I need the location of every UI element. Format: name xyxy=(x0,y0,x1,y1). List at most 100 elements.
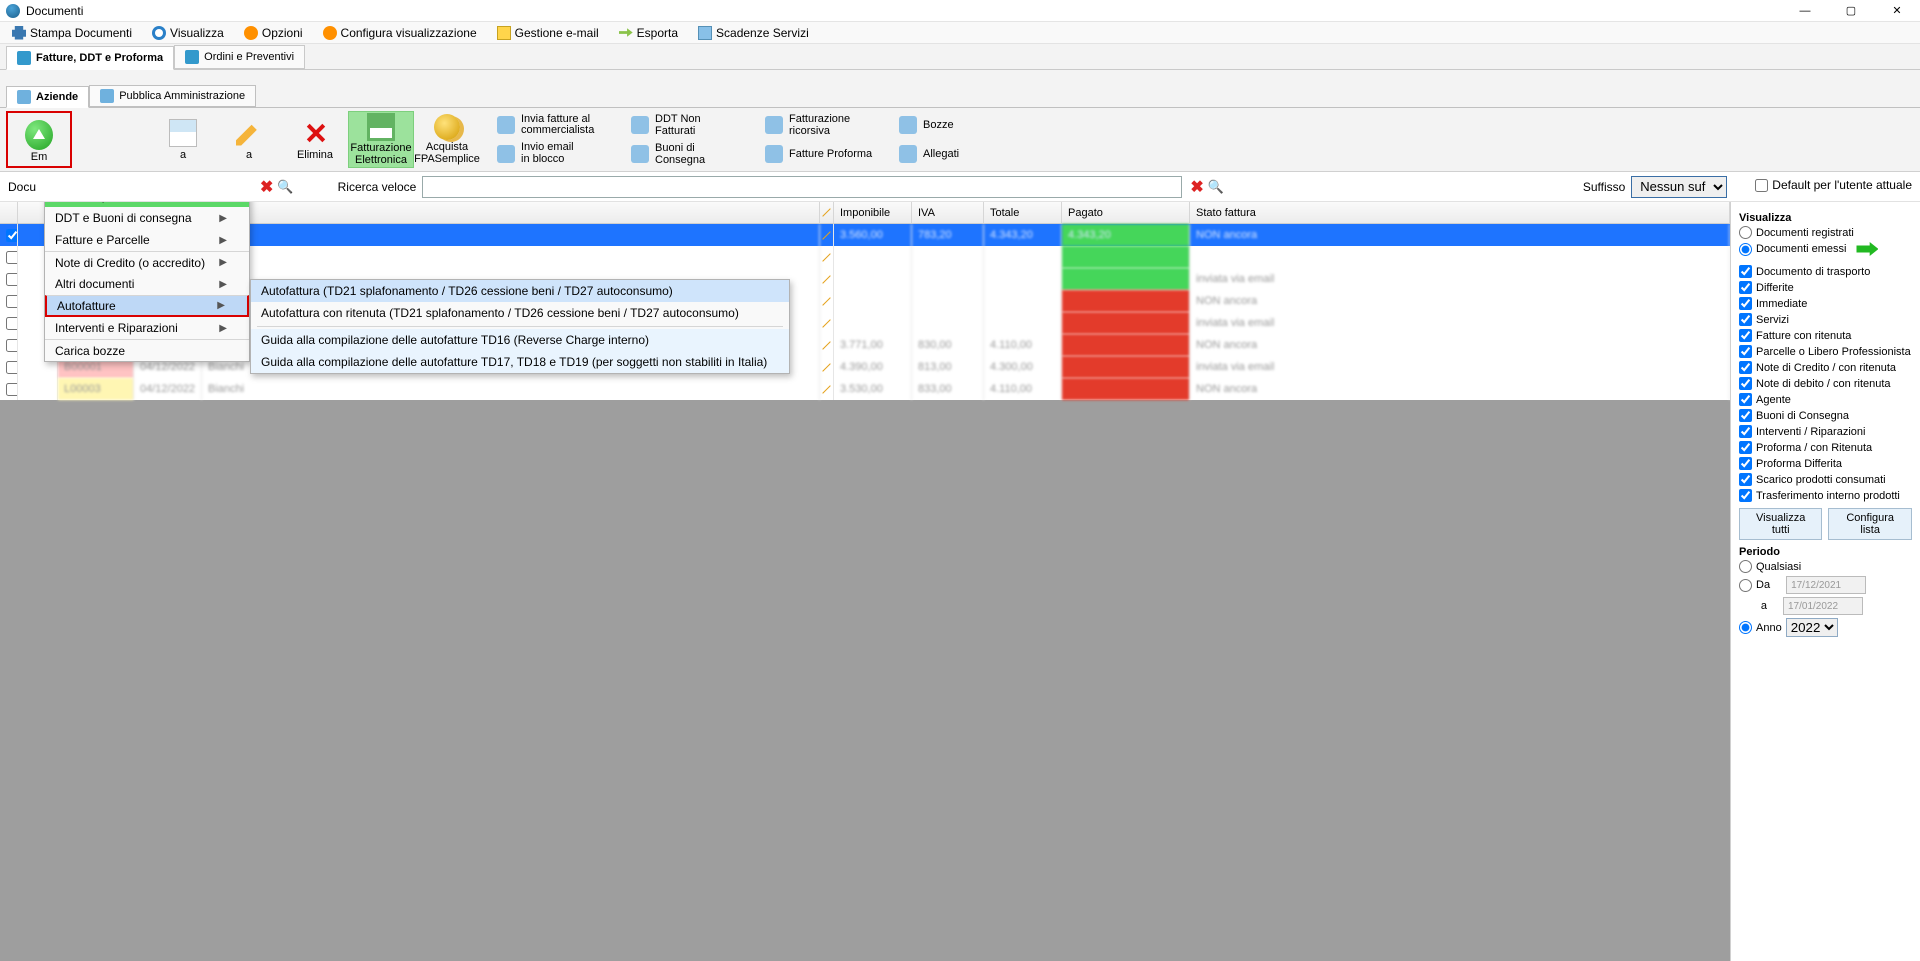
suffisso-select[interactable]: Nessun suf xyxy=(1631,176,1727,198)
row-checkbox[interactable] xyxy=(6,273,18,286)
menu-configura-visualizzazione[interactable]: Configura visualizzazione xyxy=(319,24,481,42)
filter-checkbox[interactable]: Immediate xyxy=(1739,297,1912,310)
col-iva[interactable]: IVA xyxy=(912,202,984,223)
filter-checkbox[interactable]: Proforma / con Ritenuta xyxy=(1739,441,1912,454)
menu-item[interactable]: DDT e Buoni di consegna▶ xyxy=(45,207,249,229)
submenu-item[interactable]: Autofattura (TD21 splafonamento / TD26 c… xyxy=(251,280,789,302)
menu-stampa-documenti[interactable]: Stampa Documenti xyxy=(8,24,136,42)
col-ragione-sociale[interactable]: sociale xyxy=(202,202,820,223)
filter-checkbox[interactable]: Differite xyxy=(1739,281,1912,294)
submenu-item[interactable]: Guida alla compilazione delle autofattur… xyxy=(251,351,789,373)
fatturazione-elettronica-button[interactable]: FatturazioneElettronica xyxy=(348,111,414,168)
menu-item[interactable]: Note di Credito (o accredito)▶ xyxy=(45,251,249,273)
nuova-button[interactable]: a xyxy=(150,111,216,168)
filter-checkbox[interactable]: Parcelle o Libero Professionista xyxy=(1739,345,1912,358)
checkbox[interactable] xyxy=(1739,361,1752,374)
row-checkbox[interactable] xyxy=(6,339,18,352)
checkbox[interactable] xyxy=(1755,179,1768,192)
ddt-non-fatturati-button[interactable]: DDT Non Fatturati xyxy=(624,111,748,140)
menu-item[interactable]: Interventi e Riparazioni▶ xyxy=(45,317,249,339)
menu-gestione-email[interactable]: Gestione e-mail xyxy=(493,24,603,42)
checkbox[interactable] xyxy=(1739,393,1752,406)
checkbox[interactable] xyxy=(1739,441,1752,454)
elimina-button[interactable]: Elimina xyxy=(282,111,348,168)
submenu-item[interactable]: Guida alla compilazione delle autofattur… xyxy=(251,329,789,351)
col-imponibile[interactable]: Imponibile xyxy=(834,202,912,223)
menu-visualizza[interactable]: Visualizza xyxy=(148,24,228,42)
table-row[interactable] xyxy=(0,246,1730,268)
menu-opzioni[interactable]: Opzioni xyxy=(240,24,307,42)
invio-email-blocco-button[interactable]: Invio emailin blocco xyxy=(490,140,614,169)
checkbox[interactable] xyxy=(1739,297,1752,310)
tab-fatture-ddt-proforma[interactable]: Fatture, DDT e Proforma xyxy=(6,46,174,70)
tab-aziende[interactable]: Aziende xyxy=(6,86,89,108)
checkbox[interactable] xyxy=(1739,281,1752,294)
allegati-button[interactable]: Allegati xyxy=(892,140,980,169)
default-user-checkbox[interactable]: Default per l'utente attuale xyxy=(1755,178,1912,192)
filter-checkbox[interactable]: Documento di trasporto xyxy=(1739,265,1912,278)
table-row[interactable]: L0000304/12/2022Bianchi3.530,00833,004.1… xyxy=(0,378,1730,400)
tab-pubblica-amministrazione[interactable]: Pubblica Amministrazione xyxy=(89,85,256,107)
col-totale[interactable]: Totale xyxy=(984,202,1062,223)
col-select[interactable] xyxy=(0,202,18,223)
minimize-button[interactable]: — xyxy=(1782,0,1828,22)
col-pagato[interactable]: Pagato xyxy=(1062,202,1190,223)
maximize-button[interactable]: ▢ xyxy=(1828,0,1874,22)
checkbox[interactable] xyxy=(1739,489,1752,502)
menu-item[interactable]: Carica bozze xyxy=(45,339,249,361)
filter-checkbox[interactable]: Interventi / Riparazioni xyxy=(1739,425,1912,438)
clear-search-2[interactable]: ✖🔍 xyxy=(1188,177,1226,197)
ricerca-input[interactable] xyxy=(422,176,1182,198)
filter-checkbox[interactable]: Servizi xyxy=(1739,313,1912,326)
row-checkbox[interactable] xyxy=(6,229,18,242)
menu-item[interactable]: Altri documenti▶ xyxy=(45,273,249,295)
checkbox[interactable] xyxy=(1739,265,1752,278)
anno-select[interactable]: 2022 xyxy=(1786,618,1838,637)
checkbox[interactable] xyxy=(1739,345,1752,358)
radio-qualsiasi[interactable]: Qualsiasi xyxy=(1739,560,1912,573)
checkbox[interactable] xyxy=(1739,473,1752,486)
acquista-fpa-button[interactable]: AcquistaFPASemplice xyxy=(414,111,480,168)
configura-lista-button[interactable]: Configura lista xyxy=(1828,508,1912,540)
table-row[interactable]: 3.560,00783,204.343,204.343,20NON ancora xyxy=(0,224,1730,246)
menu-item[interactable]: Autofatture▶ xyxy=(45,295,249,317)
col-stato-fattura[interactable]: Stato fattura xyxy=(1190,202,1730,223)
radio-documenti-registrati[interactable]: Documenti registrati xyxy=(1739,226,1912,239)
close-button[interactable]: ✕ xyxy=(1874,0,1920,22)
filter-checkbox[interactable]: Agente xyxy=(1739,393,1912,406)
radio-da[interactable]: Da xyxy=(1739,579,1770,592)
row-checkbox[interactable] xyxy=(6,317,18,330)
modifica-button[interactable]: a xyxy=(216,111,282,168)
row-checkbox[interactable] xyxy=(6,361,18,374)
radio-anno[interactable]: Anno xyxy=(1739,621,1782,634)
visualizza-tutti-button[interactable]: Visualizza tutti xyxy=(1739,508,1822,540)
filter-checkbox[interactable]: Trasferimento interno prodotti xyxy=(1739,489,1912,502)
emetti-button[interactable]: Em xyxy=(8,113,70,171)
filter-checkbox[interactable]: Fatture con ritenuta xyxy=(1739,329,1912,342)
checkbox[interactable] xyxy=(1739,425,1752,438)
filter-checkbox[interactable]: Buoni di Consegna xyxy=(1739,409,1912,422)
checkbox[interactable] xyxy=(1739,409,1752,422)
tab-ordini-preventivi[interactable]: Ordini e Preventivi xyxy=(174,45,305,69)
fatturazione-ricorsiva-button[interactable]: Fatturazione ricorsiva xyxy=(758,111,882,140)
row-checkbox[interactable] xyxy=(6,295,18,308)
checkbox[interactable] xyxy=(1739,329,1752,342)
buoni-consegna-button[interactable]: Buoni di Consegna xyxy=(624,140,748,169)
menu-scadenze-servizi[interactable]: Scadenze Servizi xyxy=(694,24,813,42)
filter-checkbox[interactable]: Proforma Differita xyxy=(1739,457,1912,470)
checkbox[interactable] xyxy=(1739,457,1752,470)
filter-checkbox[interactable]: Note di debito / con ritenuta xyxy=(1739,377,1912,390)
submenu-item[interactable]: Autofattura con ritenuta (TD21 splafonam… xyxy=(251,302,789,324)
checkbox[interactable] xyxy=(1739,377,1752,390)
filter-checkbox[interactable]: Note di Credito / con ritenuta xyxy=(1739,361,1912,374)
clear-search-1[interactable]: ✖🔍 xyxy=(258,177,296,197)
menu-esporta[interactable]: Esporta xyxy=(615,24,682,42)
bozze-button[interactable]: Bozze xyxy=(892,111,980,140)
row-checkbox[interactable] xyxy=(6,251,18,264)
fatture-proforma-button[interactable]: Fatture Proforma xyxy=(758,140,882,169)
row-checkbox[interactable] xyxy=(6,383,18,396)
checkbox[interactable] xyxy=(1739,313,1752,326)
menu-item[interactable]: Fatture e Parcelle▶ xyxy=(45,229,249,251)
invia-commercialista-button[interactable]: Invia fatture alcommercialista xyxy=(490,111,614,140)
filter-checkbox[interactable]: Scarico prodotti consumati xyxy=(1739,473,1912,486)
